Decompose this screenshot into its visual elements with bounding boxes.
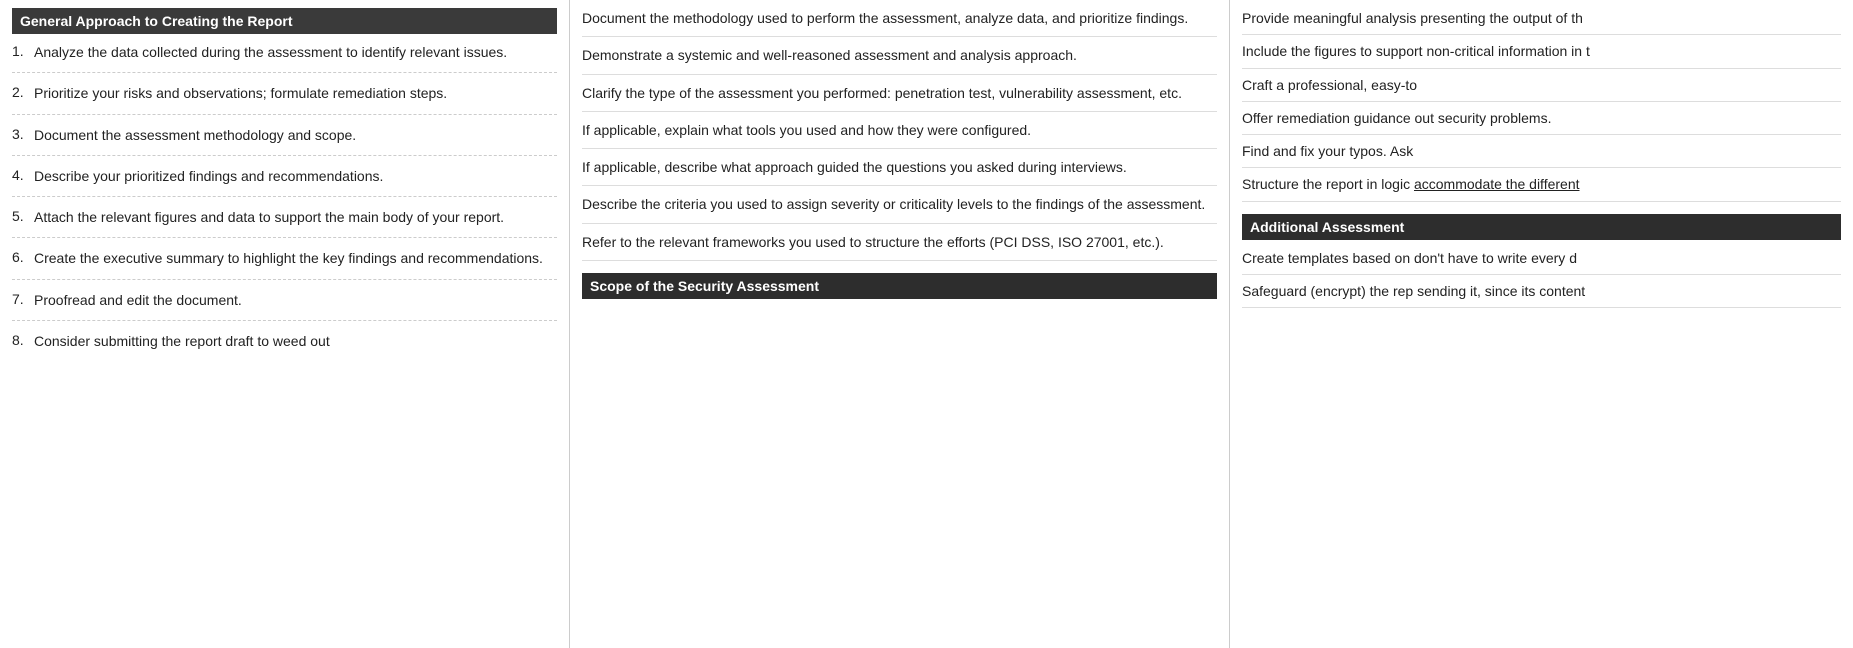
- list-item: 7.Proofread and edit the document.: [12, 290, 557, 321]
- column-2: Document the methodology used to perform…: [570, 0, 1230, 648]
- item-text: Prioritize your risks and observations; …: [34, 83, 557, 103]
- list-item: 8.Consider submitting the report draft t…: [12, 331, 557, 351]
- methodology-item: If applicable, explain what tools you us…: [582, 112, 1217, 149]
- list-item: 5.Attach the relevant figures and data t…: [12, 207, 557, 238]
- item-text: Analyze the data collected during the as…: [34, 42, 557, 62]
- column-3: Provide meaningful analysis presenting t…: [1230, 0, 1853, 648]
- item-number: 8.: [12, 331, 34, 351]
- list-item: 6.Create the executive summary to highli…: [12, 248, 557, 279]
- item-text: Create the executive summary to highligh…: [34, 248, 557, 268]
- right-item: Include the figures to support non-criti…: [1242, 35, 1841, 68]
- right-item: Craft a professional, easy-to: [1242, 69, 1841, 102]
- page-container: General Approach to Creating the Report …: [0, 0, 1853, 648]
- column-1: General Approach to Creating the Report …: [0, 0, 570, 648]
- right-item-after: Create templates based on don't have to …: [1242, 248, 1841, 275]
- item-text: Attach the relevant figures and data to …: [34, 207, 557, 227]
- item-text: Describe your prioritized findings and r…: [34, 166, 557, 186]
- col2-methodology: Document the methodology used to perform…: [582, 8, 1217, 261]
- item-number: 2.: [12, 83, 34, 103]
- right-item: Find and fix your typos. Ask: [1242, 135, 1841, 168]
- col3-before: Provide meaningful analysis presenting t…: [1242, 8, 1841, 202]
- item-number: 4.: [12, 166, 34, 186]
- col1-header: General Approach to Creating the Report: [12, 8, 557, 34]
- underlined-text: accommodate the different: [1414, 176, 1580, 192]
- additional-header: Additional Assessment: [1242, 214, 1841, 240]
- methodology-item: Demonstrate a systemic and well-reasoned…: [582, 37, 1217, 74]
- item-text: Consider submitting the report draft to …: [34, 331, 557, 351]
- item-number: 3.: [12, 125, 34, 145]
- col1-list: 1.Analyze the data collected during the …: [12, 42, 557, 351]
- methodology-item: If applicable, describe what approach gu…: [582, 149, 1217, 186]
- item-number: 5.: [12, 207, 34, 227]
- col3-after: Create templates based on don't have to …: [1242, 248, 1841, 309]
- item-number: 1.: [12, 42, 34, 62]
- item-text: Proofread and edit the document.: [34, 290, 557, 310]
- right-item: Offer remediation guidance out security …: [1242, 102, 1841, 135]
- list-item: 2.Prioritize your risks and observations…: [12, 83, 557, 114]
- scope-header: Scope of the Security Assessment: [582, 273, 1217, 299]
- right-item: Structure the report in logic accommodat…: [1242, 168, 1841, 201]
- methodology-item: Clarify the type of the assessment you p…: [582, 75, 1217, 112]
- right-item-after: Safeguard (encrypt) the rep sending it, …: [1242, 275, 1841, 308]
- methodology-item: Describe the criteria you used to assign…: [582, 186, 1217, 223]
- methodology-item: Document the methodology used to perform…: [582, 8, 1217, 37]
- list-item: 4.Describe your prioritized findings and…: [12, 166, 557, 197]
- list-item: 3.Document the assessment methodology an…: [12, 125, 557, 156]
- item-number: 7.: [12, 290, 34, 310]
- item-number: 6.: [12, 248, 34, 268]
- methodology-item: Refer to the relevant frameworks you use…: [582, 224, 1217, 261]
- right-item: Provide meaningful analysis presenting t…: [1242, 8, 1841, 35]
- item-text: Document the assessment methodology and …: [34, 125, 557, 145]
- list-item: 1.Analyze the data collected during the …: [12, 42, 557, 73]
